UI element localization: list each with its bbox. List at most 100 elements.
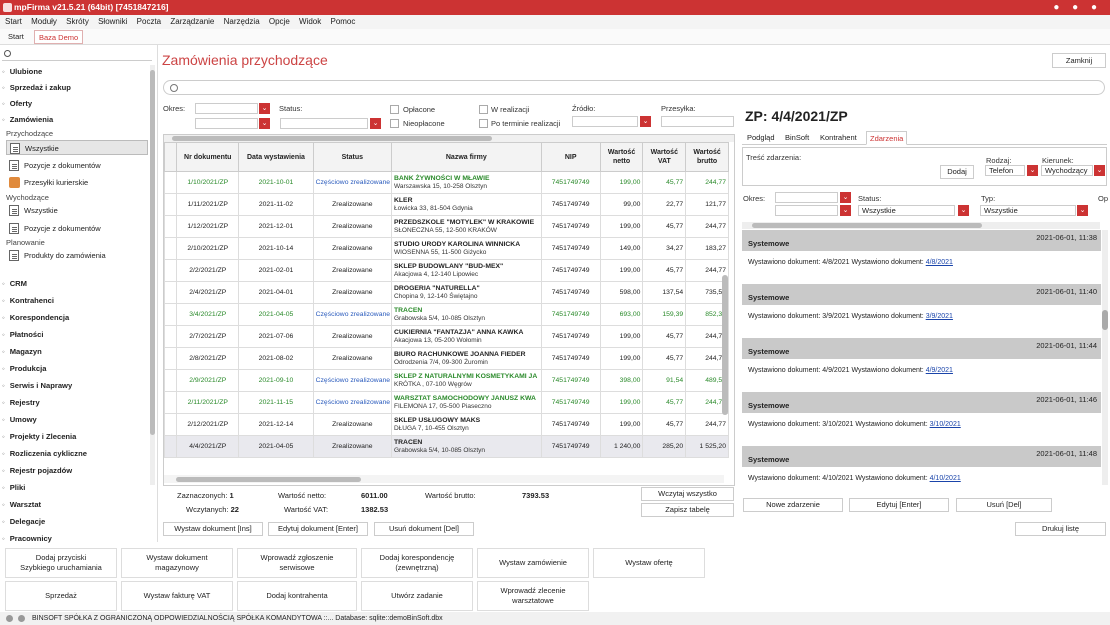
menu-widok[interactable]: Widok [299,17,321,26]
quick-action-button[interactable]: Wystaw ofertę [593,548,705,578]
sidebar-sub-wszystkie-wych[interactable]: Wszystkie [6,203,148,218]
po-terminie-checkbox[interactable] [479,119,488,128]
sidebar-item-kontrahenci[interactable]: Kontrahenci [2,294,150,308]
sidebar-item-pliki[interactable]: Pliki [2,481,150,495]
sidebar-item-produkcja[interactable]: Produkcja [2,362,150,376]
sidebar-item-delegacje[interactable]: Delegacje [2,515,150,529]
menu-start[interactable]: Start [5,17,22,26]
event-card[interactable]: Systemowe 2021-06-01, 11:48 Wystawiono dok… [742,446,1101,490]
row-check[interactable] [164,171,178,194]
events-hscrollbar[interactable] [742,222,1100,229]
quick-action-button[interactable]: Sprzedaż [5,581,117,611]
row-check[interactable] [164,435,178,458]
menu-skroty[interactable]: Skróty [66,17,89,26]
okres-from-field[interactable] [195,103,258,114]
edytuj-zdarzenie-button[interactable]: Edytuj [Enter] [849,498,949,512]
table-row[interactable]: 1/10/2021/ZP 2021-10-01 Częściowo zrealizo… [164,171,729,194]
col-nr-dokumentu[interactable]: Nr dokumentu [176,142,240,172]
table-row[interactable]: 2/2/2021/ZP 2021-02-01 Zrealizowane SKLEP B… [164,259,729,282]
tab-zdarzenia[interactable]: Zdarzenia [866,131,908,145]
event-card[interactable]: Systemowe 2021-06-01, 11:40 Wystawiono dok… [742,284,1101,334]
row-check[interactable] [164,259,178,282]
table-row[interactable]: 1/11/2021/ZP 2021-11-02 Zrealizowane KLER Ło… [164,193,729,216]
menu-slowniki[interactable]: Słowniki [98,17,127,26]
col-nazwa-firmy[interactable]: Nazwa firmy [390,142,542,172]
chevron-down-icon[interactable]: ⌄ [640,116,651,127]
drukuj-liste-button[interactable]: Drukuj listę [1015,522,1106,536]
quick-action-button[interactable]: Dodaj kontrahenta [237,581,357,611]
sidebar-sub-pozycje-wych[interactable]: Pozycje z dokumentów [6,221,148,236]
quick-action-button[interactable]: Dodaj korespondencję (zewnętrzną) [361,548,473,578]
menu-moduly[interactable]: Moduły [31,17,57,26]
event-card[interactable]: Systemowe 2021-06-01, 11:46 Wystawiono dok… [742,392,1101,442]
event-doc-link[interactable]: 3/9/2021 [926,313,953,320]
quick-action-button[interactable]: Wprowadź zgłoszenie serwisowe [237,548,357,578]
table-row[interactable]: 2/11/2021/ZP 2021-11-15 Częściowo zrealizo… [164,391,729,414]
sidebar-item-platnosci[interactable]: Płatności [2,328,150,342]
sidebar-sub-przesylki[interactable]: Przesyłki kurierskie [6,175,148,190]
sidebar-item-projekty[interactable]: Projekty i Zlecenia [2,430,150,444]
row-check[interactable] [164,237,178,260]
quick-action-button[interactable]: Wystaw fakturę VAT [121,581,233,611]
col-status[interactable]: Status [312,142,392,172]
window-controls-icon[interactable]: ● ● ● [1053,0,1102,15]
sidebar-item-rejestry[interactable]: Rejestry [2,396,150,410]
row-check[interactable] [164,413,178,436]
col-data-wystawienia[interactable]: Data wystawienia [238,142,314,172]
col-nip[interactable]: NIP [540,142,601,172]
chevron-down-icon[interactable]: ⌄ [1077,205,1088,216]
chevron-down-icon[interactable]: ⌄ [259,103,270,114]
row-check[interactable] [164,281,178,304]
wystaw-dokument-button[interactable]: Wystaw dokument [Ins] [163,522,263,536]
sidebar-item-korespondencja[interactable]: Korespondencja [2,311,150,325]
row-check[interactable] [164,193,178,216]
status-select[interactable] [280,118,368,129]
sidebar-item-sprzedaz[interactable]: Sprzedaż i zakup [2,81,150,95]
r-typ-select[interactable]: Wszystkie [980,205,1076,216]
przesylka-select[interactable] [661,116,734,127]
col-wartosc-vat[interactable]: Wartość VAT [642,142,687,172]
sidebar-item-crm[interactable]: CRM [2,277,150,291]
sidebar-item-oferty[interactable]: Oferty [2,97,150,111]
row-check[interactable] [164,303,178,326]
chevron-down-icon[interactable]: ⌄ [259,118,270,129]
table-top-scrollbar[interactable] [164,135,734,142]
table-row[interactable]: 2/10/2021/ZP 2021-10-14 Zrealizowane STUDIO… [164,237,729,260]
menu-opcje[interactable]: Opcje [269,17,290,26]
okres-to-field[interactable] [195,118,258,129]
chevron-down-icon[interactable]: ⌄ [840,192,851,203]
nieoplacone-checkbox[interactable] [390,119,399,128]
row-check[interactable] [164,347,178,370]
sidebar-item-pojazdy[interactable]: Rejestr pojazdów [2,464,150,478]
row-check[interactable] [164,215,178,238]
main-search-input[interactable] [163,80,1105,95]
usun-zdarzenie-button[interactable]: Usuń [Del] [956,498,1052,512]
event-doc-link[interactable]: 4/10/2021 [930,475,961,482]
row-check[interactable] [164,325,178,348]
chevron-down-icon[interactable]: ⌄ [1094,165,1105,176]
col-wartosc-brutto[interactable]: Wartość brutto [685,142,729,172]
chevron-down-icon[interactable]: ⌄ [1027,165,1038,176]
menu-poczta[interactable]: Poczta [137,17,161,26]
table-row[interactable]: 4/4/2021/ZP 2021-04-05 Zrealizowane TRACEN G… [164,435,729,458]
events-vscrollbar[interactable] [1102,230,1108,485]
event-card[interactable]: Systemowe 2021-06-01, 11:38 Wystawiono dok… [742,230,1101,280]
tab-start[interactable]: Start [4,30,28,44]
table-row[interactable]: 2/7/2021/ZP 2021-07-06 Zrealizowane CUKIERN… [164,325,729,348]
quick-action-button[interactable]: Wprowadź zlecenie warsztatowe [477,581,589,611]
table-row[interactable]: 2/8/2021/ZP 2021-08-02 Zrealizowane BIURO R… [164,347,729,370]
sidebar-sub-pozycje-przych[interactable]: Pozycje z dokumentów [6,158,148,173]
kierunek-select[interactable]: Wychodzący [1041,165,1093,176]
menu-narzedzia[interactable]: Narzędzia [224,17,260,26]
table-row[interactable]: 2/4/2021/ZP 2021-04-01 Zrealizowane DROGERI… [164,281,729,304]
col-wartosc-netto[interactable]: Wartość netto [599,142,644,172]
quick-action-button[interactable]: Wystaw dokument magazynowy [121,548,233,578]
sidebar-item-warsztat[interactable]: Warsztat [2,498,150,512]
event-doc-link[interactable]: 4/9/2021 [926,367,953,374]
sidebar-sub-wszystkie-przych[interactable]: Wszystkie [6,140,148,155]
sidebar-item-rozliczenia[interactable]: Rozliczenia cykliczne [2,447,150,461]
sidebar-item-magazyn[interactable]: Magazyn [2,345,150,359]
sidebar-item-pracownicy[interactable]: Pracownicy [2,532,150,546]
menu-zarzadzanie[interactable]: Zarządzanie [170,17,214,26]
w-realizacji-checkbox[interactable] [479,105,488,114]
